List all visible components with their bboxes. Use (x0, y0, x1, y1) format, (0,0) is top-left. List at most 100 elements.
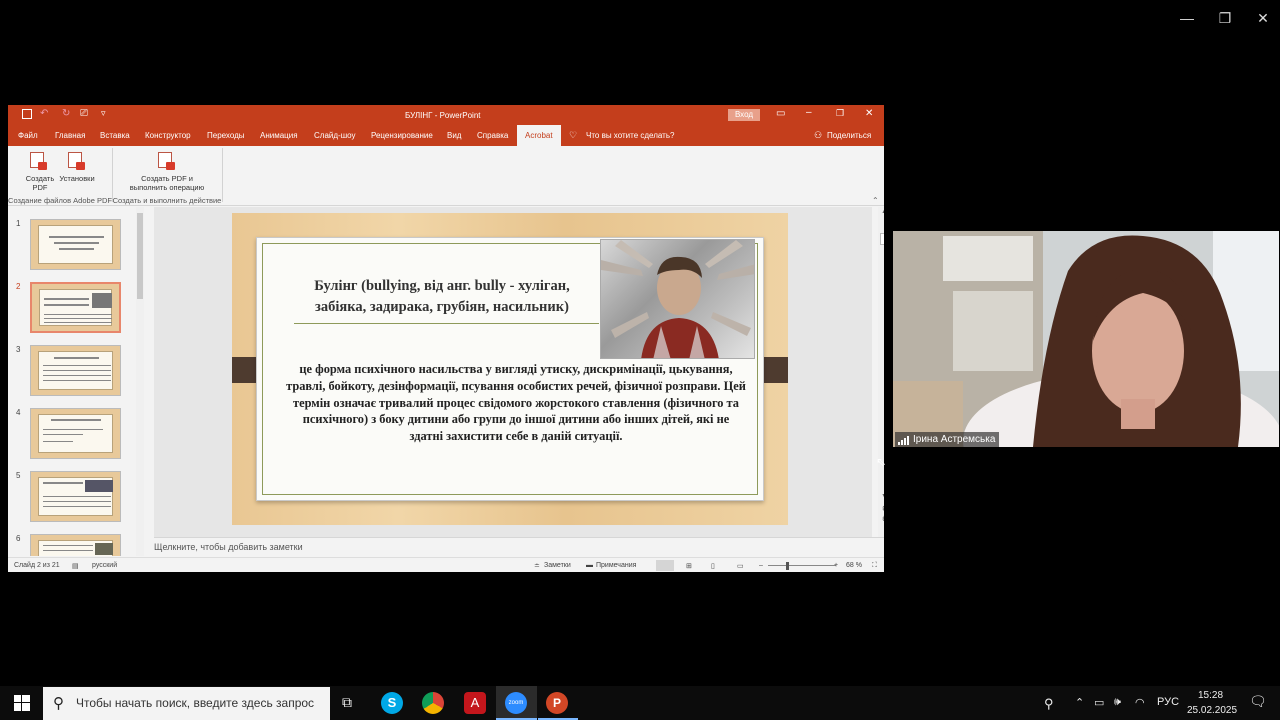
collapse-ribbon-icon[interactable]: ⌃ (872, 196, 879, 205)
notes-toggle[interactable]: Заметки (544, 562, 571, 569)
fit-slide-icon[interactable]: ⛶ (872, 562, 877, 570)
create-pdf-button[interactable]: Создать PDF (20, 174, 60, 192)
ribbon-tabs: Файл Главная Вставка Конструктор Переход… (8, 125, 884, 146)
current-slide[interactable]: Булінг (bullying, від анг. bully - хуліг… (232, 213, 788, 525)
title-bar: ↶ ↻ ⎚ ▿ БУЛІНГ - PowerPoint Вход ▭ – ❐ ✕ (8, 105, 884, 125)
scroll-up-icon[interactable]: ▲ (881, 208, 884, 215)
tab-insert[interactable]: Вставка (100, 131, 130, 140)
tab-file[interactable]: Файл (18, 131, 38, 140)
slide-body-text[interactable]: це форма психічного насильства у вигляді… (286, 361, 746, 445)
input-language[interactable]: РУС (1157, 696, 1179, 708)
next-slide-icon[interactable]: ⇟ (881, 515, 884, 523)
slideshow-view-icon[interactable]: ▭ (737, 562, 744, 570)
thumb-number: 3 (16, 345, 21, 354)
minimize-button[interactable]: — (1172, 8, 1202, 28)
slide-thumbnail-6[interactable] (30, 534, 121, 556)
spellcheck-icon[interactable]: ▤ (72, 562, 79, 570)
notes-pane[interactable]: Щелкните, чтобы добавить заметки (154, 537, 884, 557)
tab-transitions[interactable]: Переходы (207, 131, 245, 140)
create-pdf-op-button[interactable]: Создать PDF и выполнить операцию (126, 174, 208, 192)
mouse-cursor-icon: ⇖ (876, 455, 887, 469)
skype-icon[interactable]: S (381, 692, 403, 714)
tab-acrobat[interactable]: Acrobat (517, 125, 561, 146)
create-pdf-op-icon (158, 152, 175, 170)
people-icon[interactable]: ⚲ (1044, 696, 1054, 712)
thumbnails-scrollbar[interactable] (136, 207, 144, 556)
zoom-slider[interactable] (768, 565, 836, 566)
normal-view-button[interactable] (656, 560, 674, 571)
sorter-view-icon[interactable]: ⊞ (686, 562, 692, 570)
show-hidden-icons[interactable]: ⌃ (1075, 696, 1084, 709)
thumb-number: 6 (16, 534, 21, 543)
taskbar: ⚲ Чтобы начать поиск, введите здесь запр… (0, 686, 1280, 720)
tab-design[interactable]: Конструктор (145, 131, 191, 140)
thumb-number: 5 (16, 471, 21, 480)
tab-animations[interactable]: Анимация (260, 131, 298, 140)
ppt-restore-button[interactable]: ❐ (836, 108, 844, 119)
close-button[interactable]: ✕ (1248, 8, 1278, 28)
slide-photo[interactable] (600, 239, 755, 359)
thumb-number: 2 (16, 282, 21, 291)
notes-placeholder[interactable]: Щелкните, чтобы добавить заметки (154, 542, 303, 552)
undo-icon[interactable]: ↶ (40, 108, 48, 119)
powerpoint-icon[interactable]: P (546, 692, 568, 714)
signin-button[interactable]: Вход (728, 109, 760, 121)
redo-icon[interactable]: ↻ (62, 108, 70, 119)
reading-view-icon[interactable]: ▯ (711, 562, 715, 570)
search-icon: ⚲ (53, 695, 64, 712)
tab-home[interactable]: Главная (55, 131, 85, 140)
create-pdf-icon (30, 152, 47, 170)
notes-icon: ≐ (534, 563, 540, 570)
slide-scrollbar[interactable]: ▲ ▼ ⇞ ⇟ (878, 207, 884, 537)
windows-start-icon[interactable] (14, 695, 30, 716)
tab-view[interactable]: Вид (447, 131, 461, 140)
status-bar: Слайд 2 из 21 ▤ русский ≐ Заметки ▬ Прим… (8, 557, 884, 572)
battery-icon[interactable]: ▭ (1094, 696, 1104, 709)
tab-help[interactable]: Справка (477, 131, 508, 140)
tell-me-search[interactable]: Что вы хотите сделать? (586, 131, 674, 140)
language-indicator[interactable]: русский (92, 562, 117, 569)
prev-slide-icon[interactable]: ⇞ (881, 505, 884, 513)
notifications-icon[interactable]: 🗨 (1249, 693, 1267, 710)
share-button[interactable]: Поделиться (827, 131, 871, 140)
slide-thumbnail-5[interactable] (30, 471, 121, 522)
search-placeholder: Чтобы начать поиск, введите здесь запрос (76, 696, 315, 710)
wifi-icon[interactable]: ◠ (1135, 696, 1145, 709)
thumb-number: 1 (16, 219, 21, 228)
slide-edit-area: Булінг (bullying, від анг. bully - хуліг… (154, 207, 884, 537)
slide-thumbnail-4[interactable] (30, 408, 121, 459)
customize-qat-icon[interactable]: ▿ (101, 108, 106, 119)
clock-date[interactable]: 25.02.2025 (1187, 705, 1237, 716)
participant-video[interactable]: Ірина Астремська (893, 231, 1279, 447)
chrome-icon[interactable] (422, 692, 444, 714)
slide-title[interactable]: Булінг (bullying, від анг. bully - хуліг… (292, 276, 592, 318)
group-label-create: Создание файлов Adobe PDF (8, 196, 112, 205)
scroll-down-icon[interactable]: ▼ (881, 493, 884, 500)
slide-thumbnail-3[interactable] (30, 345, 121, 396)
zoom-out-icon[interactable]: – (759, 562, 763, 569)
maximize-button[interactable]: ❐ (1210, 8, 1240, 28)
clock-time[interactable]: 15:28 (1198, 690, 1223, 701)
zoom-slider-thumb[interactable] (786, 562, 789, 570)
zoom-app-icon[interactable]: zoom (505, 692, 527, 714)
comments-icon: ▬ (586, 562, 593, 569)
zoom-in-icon[interactable]: + (834, 562, 838, 569)
volume-icon[interactable]: 🕪 (1114, 696, 1121, 709)
taskbar-search-input[interactable]: ⚲ Чтобы начать поиск, введите здесь запр… (43, 687, 330, 720)
slide-thumbnail-2[interactable] (30, 282, 121, 333)
present-icon[interactable]: ⎚ (80, 108, 88, 119)
slide-thumbnail-1[interactable] (30, 219, 121, 270)
save-icon[interactable] (22, 109, 32, 119)
ppt-minimize-button[interactable]: – (806, 107, 812, 118)
tab-slideshow[interactable]: Слайд-шоу (314, 131, 355, 140)
ppt-close-button[interactable]: ✕ (865, 108, 873, 119)
zoom-level[interactable]: 68 % (846, 562, 862, 569)
document-title: БУЛІНГ - PowerPoint (405, 111, 481, 120)
comments-toggle[interactable]: Примечания (596, 562, 636, 569)
ribbon-display-icon[interactable]: ▭ (776, 108, 785, 119)
tab-review[interactable]: Рецензирование (371, 131, 433, 140)
acrobat-icon[interactable]: A (464, 692, 486, 714)
task-view-icon[interactable]: ⧉ (342, 694, 352, 711)
settings-button[interactable]: Установки (56, 174, 98, 183)
slide-thumbnails-pane: 1 2 3 4 5 6 (8, 207, 148, 556)
